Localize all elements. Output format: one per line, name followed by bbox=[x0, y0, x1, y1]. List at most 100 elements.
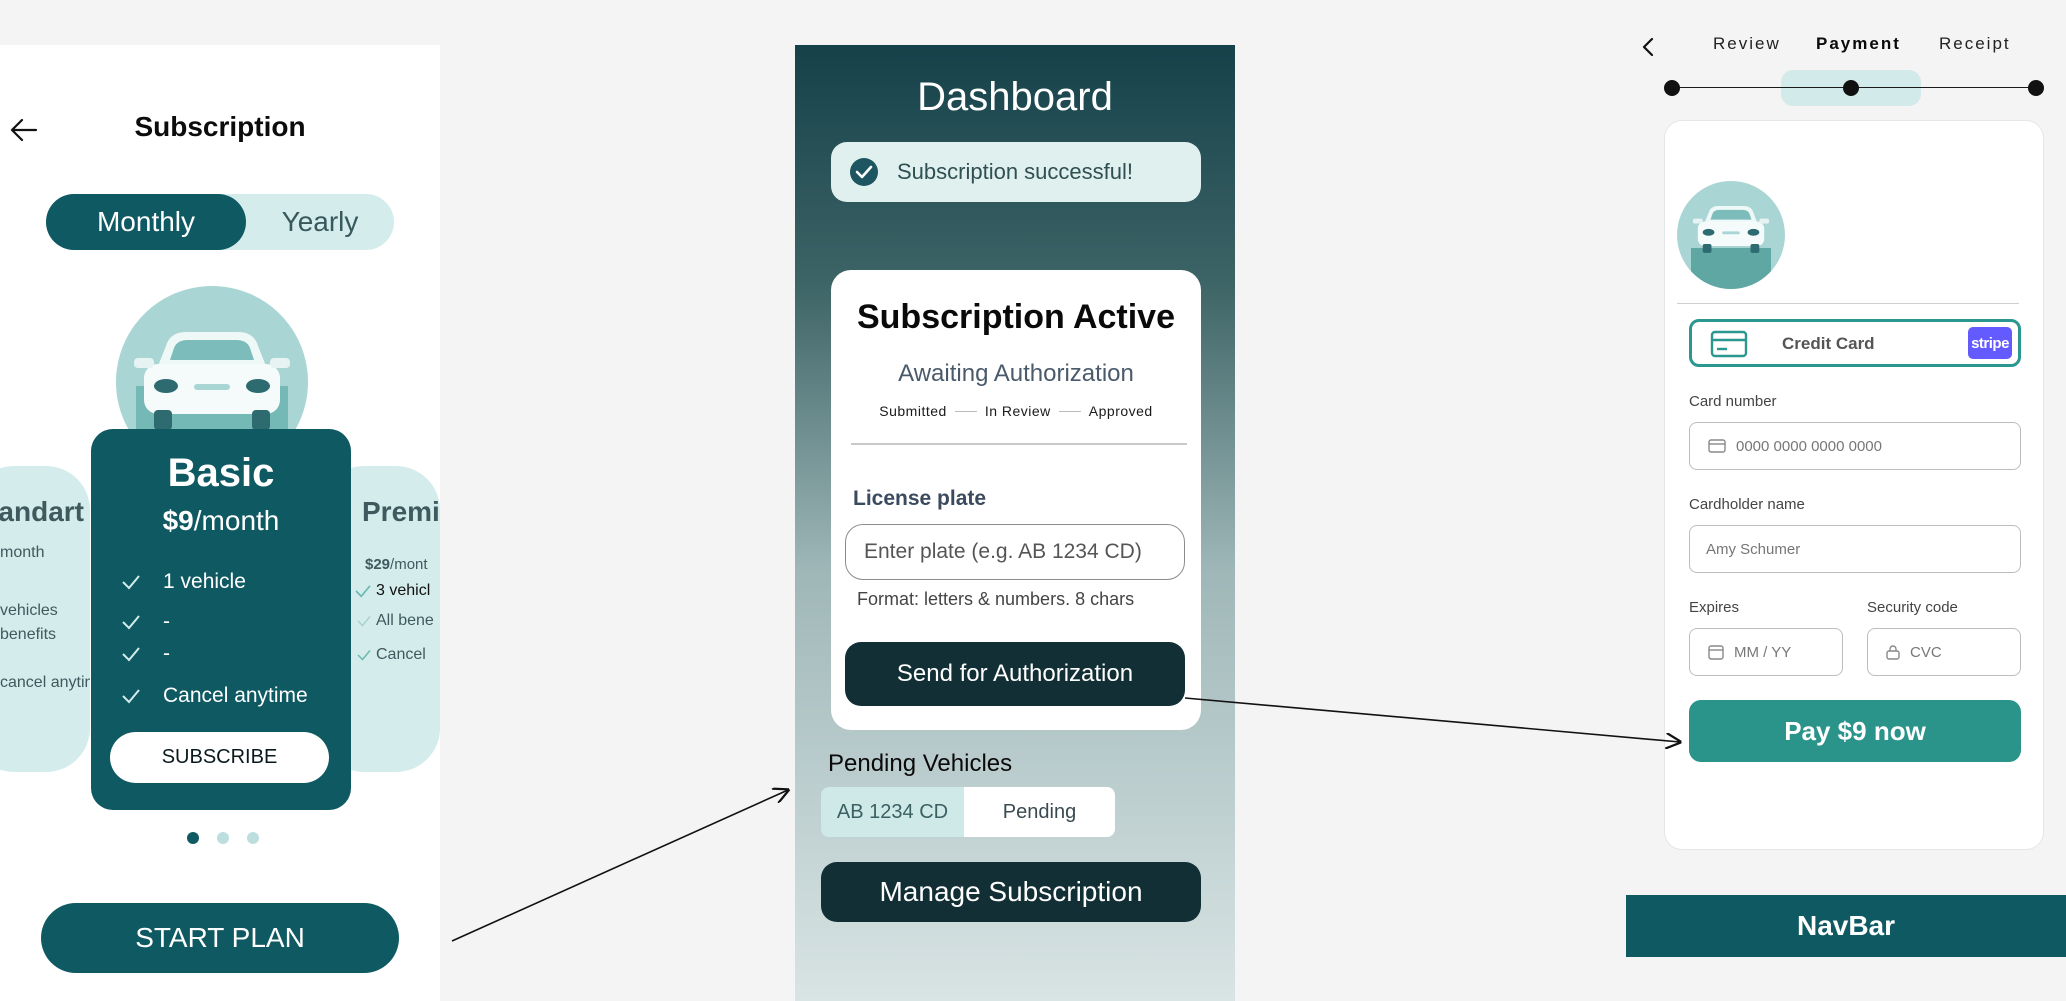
step-connector bbox=[1058, 410, 1081, 412]
cvc-input[interactable] bbox=[1910, 643, 2000, 661]
tab-receipt[interactable]: Receipt bbox=[1939, 34, 2011, 54]
plan-feature: - bbox=[121, 607, 170, 637]
payment-method-label: Credit Card bbox=[1782, 334, 1875, 353]
plan-price-value: $9 bbox=[162, 505, 194, 536]
subscribe-button[interactable]: SUBSCRIBE bbox=[110, 732, 329, 783]
page-title: Subscription bbox=[134, 111, 306, 142]
payment-card: Credit Card stripe Card number Cardholde… bbox=[1664, 120, 2044, 850]
pending-vehicles-title: Pending Vehicles bbox=[828, 750, 1013, 777]
plan-feature-label: All bene bbox=[376, 612, 434, 629]
security-code-label: Security code bbox=[1867, 599, 1958, 616]
plan-feature: 3 vehicl bbox=[354, 582, 430, 600]
check-icon bbox=[355, 584, 371, 598]
start-plan-button[interactable]: START PLAN bbox=[41, 903, 399, 973]
plan-feature: - bbox=[121, 639, 170, 669]
tab-payment[interactable]: Payment bbox=[1816, 34, 1901, 54]
plan-feature: cancel anytime bbox=[0, 674, 90, 691]
card-number-input[interactable] bbox=[1736, 437, 1936, 455]
plan-feature-label: - bbox=[163, 610, 170, 633]
plan-card-standard[interactable]: Standart month vehicles benefits cancel … bbox=[0, 466, 90, 772]
toggle-yearly[interactable]: Yearly bbox=[246, 194, 394, 250]
cardholder-input[interactable] bbox=[1706, 540, 1906, 558]
pay-now-button[interactable]: Pay $9 now bbox=[1689, 700, 2021, 762]
plan-feature: Cancel bbox=[356, 646, 426, 664]
plan-price-value: $29 bbox=[365, 556, 391, 573]
plan-price-period: /mont bbox=[390, 556, 428, 573]
status-subtitle: Awaiting Authorization bbox=[898, 360, 1134, 387]
carousel-dots bbox=[187, 832, 259, 844]
plan-card-basic[interactable]: Basic $9/month 1 vehicle - - Cancel anyt… bbox=[91, 429, 351, 810]
car-icon bbox=[134, 332, 290, 436]
flow-arrow-to-dashboard bbox=[451, 790, 788, 942]
check-icon bbox=[357, 649, 371, 661]
toggle-monthly[interactable]: Monthly bbox=[46, 194, 246, 250]
card-number-label: Card number bbox=[1689, 393, 1777, 410]
navbar: NavBar bbox=[1626, 895, 2066, 957]
toast-message: Subscription successful! bbox=[897, 159, 1133, 184]
check-icon bbox=[122, 647, 140, 662]
step-connector bbox=[954, 410, 977, 412]
subscription-screen: Subscription Monthly Yearly Standart mon… bbox=[0, 45, 440, 1001]
license-plate-input[interactable] bbox=[845, 524, 1185, 580]
payment-screen: Review Payment Receipt Credit Card strip… bbox=[1626, 0, 2066, 1001]
step-label: Submitted bbox=[879, 403, 947, 419]
plan-price: $29/mont bbox=[365, 556, 428, 573]
check-icon bbox=[122, 575, 140, 590]
send-for-authorization-button[interactable]: Send for Authorization bbox=[845, 642, 1185, 706]
cardholder-label: Cardholder name bbox=[1689, 496, 1805, 513]
plan-name: Standart bbox=[0, 496, 84, 527]
carousel-dot[interactable] bbox=[247, 832, 259, 844]
check-circle-icon bbox=[850, 158, 878, 186]
step-label: In Review bbox=[984, 403, 1051, 419]
plan-feature-label: Cancel anytime bbox=[163, 684, 308, 707]
carousel-dot[interactable] bbox=[217, 832, 229, 844]
stepper-dot bbox=[1843, 80, 1859, 96]
check-icon bbox=[357, 615, 371, 627]
plan-price: $9/month bbox=[91, 505, 351, 537]
back-arrow-icon[interactable] bbox=[8, 115, 40, 145]
status-badge: Pending bbox=[964, 787, 1115, 837]
plan-name: Basic bbox=[167, 451, 275, 495]
plan-feature: 1 vehicle bbox=[121, 567, 246, 597]
plan-feature-label: 3 vehicl bbox=[376, 582, 431, 599]
authorization-steps: Submitted In Review Approved bbox=[831, 403, 1201, 419]
stepper-dot bbox=[2028, 80, 2044, 96]
step-label: Approved bbox=[1088, 403, 1153, 419]
success-toast: Subscription successful! bbox=[831, 142, 1201, 202]
lock-icon bbox=[1886, 645, 1900, 660]
expiry-field[interactable] bbox=[1689, 628, 1843, 676]
check-icon bbox=[122, 689, 140, 704]
divider bbox=[1677, 303, 2019, 304]
card-number-field[interactable] bbox=[1689, 422, 2021, 470]
plan-price-period: /month bbox=[193, 505, 280, 536]
plan-feature-label: - bbox=[163, 642, 170, 665]
tab-review[interactable]: Review bbox=[1713, 34, 1781, 54]
carousel-dot[interactable] bbox=[187, 832, 199, 844]
plan-feature: Cancel anytime bbox=[121, 681, 308, 711]
car-icon bbox=[1691, 206, 1771, 289]
manage-subscription-button[interactable]: Manage Subscription bbox=[821, 862, 1201, 922]
billing-period-toggle: Monthly Yearly bbox=[46, 194, 394, 250]
plan-feature-label: Cancel bbox=[376, 646, 426, 663]
expires-label: Expires bbox=[1689, 599, 1740, 616]
subscription-status-card: Subscription Active Awaiting Authorizati… bbox=[831, 270, 1201, 730]
cardholder-field[interactable] bbox=[1689, 525, 2021, 573]
list-item[interactable]: AB 1234 CD Pending bbox=[821, 787, 1115, 837]
plan-name: Premi bbox=[362, 496, 440, 527]
plan-feature-label: 1 vehicle bbox=[163, 570, 246, 593]
calendar-icon bbox=[1708, 645, 1724, 660]
credit-card-icon bbox=[1710, 330, 1748, 358]
payment-method-option[interactable]: Credit Card stripe bbox=[1689, 319, 2021, 367]
plan-period: month bbox=[0, 544, 45, 561]
check-icon bbox=[122, 615, 140, 630]
dashboard-screen: Dashboard Subscription successful! Subsc… bbox=[795, 45, 1235, 1001]
license-plate-label: License plate bbox=[853, 487, 987, 510]
plan-feature: benefits bbox=[0, 626, 57, 643]
checkout-stepper bbox=[1664, 70, 2044, 106]
pending-plate: AB 1234 CD bbox=[821, 787, 964, 837]
cvc-field[interactable] bbox=[1867, 628, 2021, 676]
stripe-logo: stripe bbox=[1968, 327, 2012, 359]
expiry-input[interactable] bbox=[1734, 643, 1824, 661]
checkout-tabs: Review Payment Receipt bbox=[1626, 34, 2066, 58]
plan-feature: All bene bbox=[356, 612, 434, 630]
